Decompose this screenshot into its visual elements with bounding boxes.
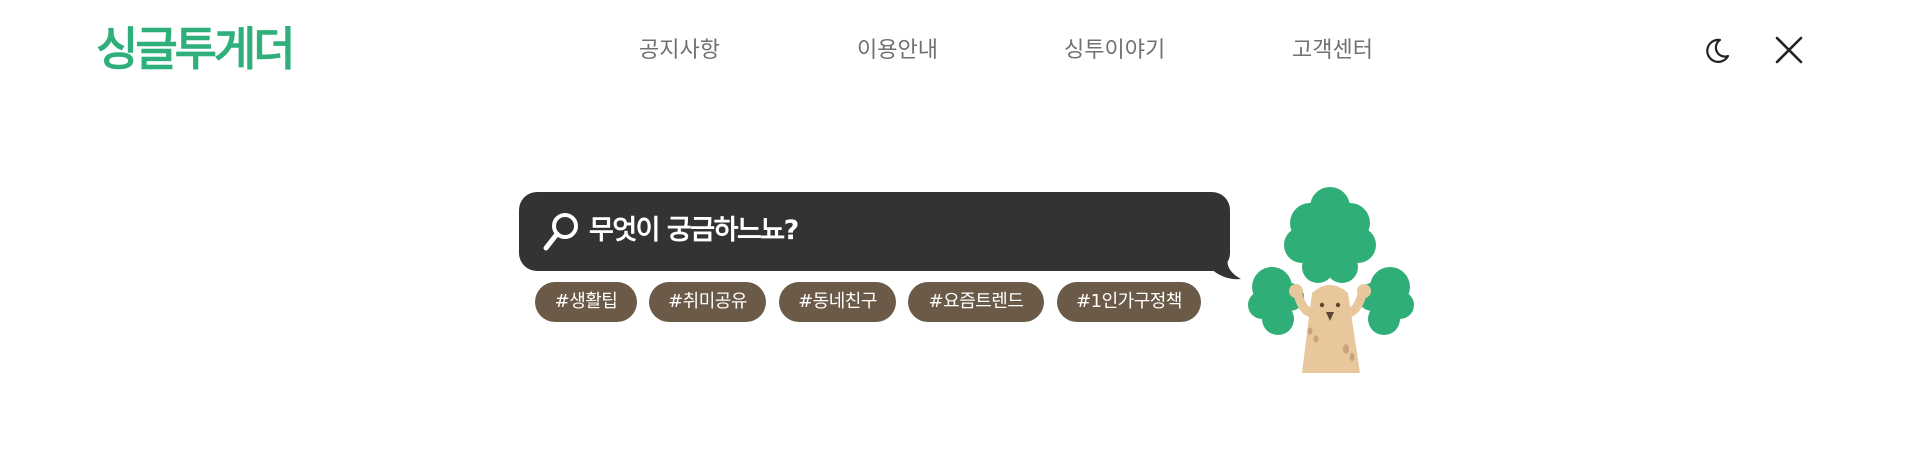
tag-chip[interactable]: #동네친구 [779, 282, 896, 322]
bubble-tail [1205, 255, 1241, 280]
nav-item-stories[interactable]: 싱투이야기 [1064, 36, 1165, 66]
tree-mascot [1248, 187, 1414, 373]
tag-chip[interactable]: #생활팁 [535, 282, 637, 322]
moon-icon[interactable] [1700, 32, 1736, 68]
tag-chip[interactable]: #취미공유 [649, 282, 766, 322]
search-bubble[interactable]: 무엇이 궁금하느뇨? [519, 192, 1230, 271]
hero: 무엇이 궁금하느뇨? #생활팁 #취미공유 #동네친구 #요즘트렌드 #1인가구… [0, 100, 1911, 476]
search-icon [543, 213, 578, 251]
tag-chip[interactable]: #요즘트렌드 [908, 282, 1044, 322]
main-nav: 공지사항 이용안내 싱투이야기 고객센터 [0, 0, 1911, 100]
header: 싱글투게더 공지사항 이용안내 싱투이야기 고객센터 [0, 0, 1911, 100]
close-icon[interactable] [1771, 32, 1807, 68]
nav-item-support[interactable]: 고객센터 [1292, 36, 1373, 66]
search-prompt: 무엇이 궁금하느뇨? [589, 215, 799, 246]
nav-item-guide[interactable]: 이용안내 [857, 36, 938, 66]
nav-item-notice[interactable]: 공지사항 [639, 36, 720, 66]
tag-chip[interactable]: #1인가구정책 [1057, 282, 1201, 322]
